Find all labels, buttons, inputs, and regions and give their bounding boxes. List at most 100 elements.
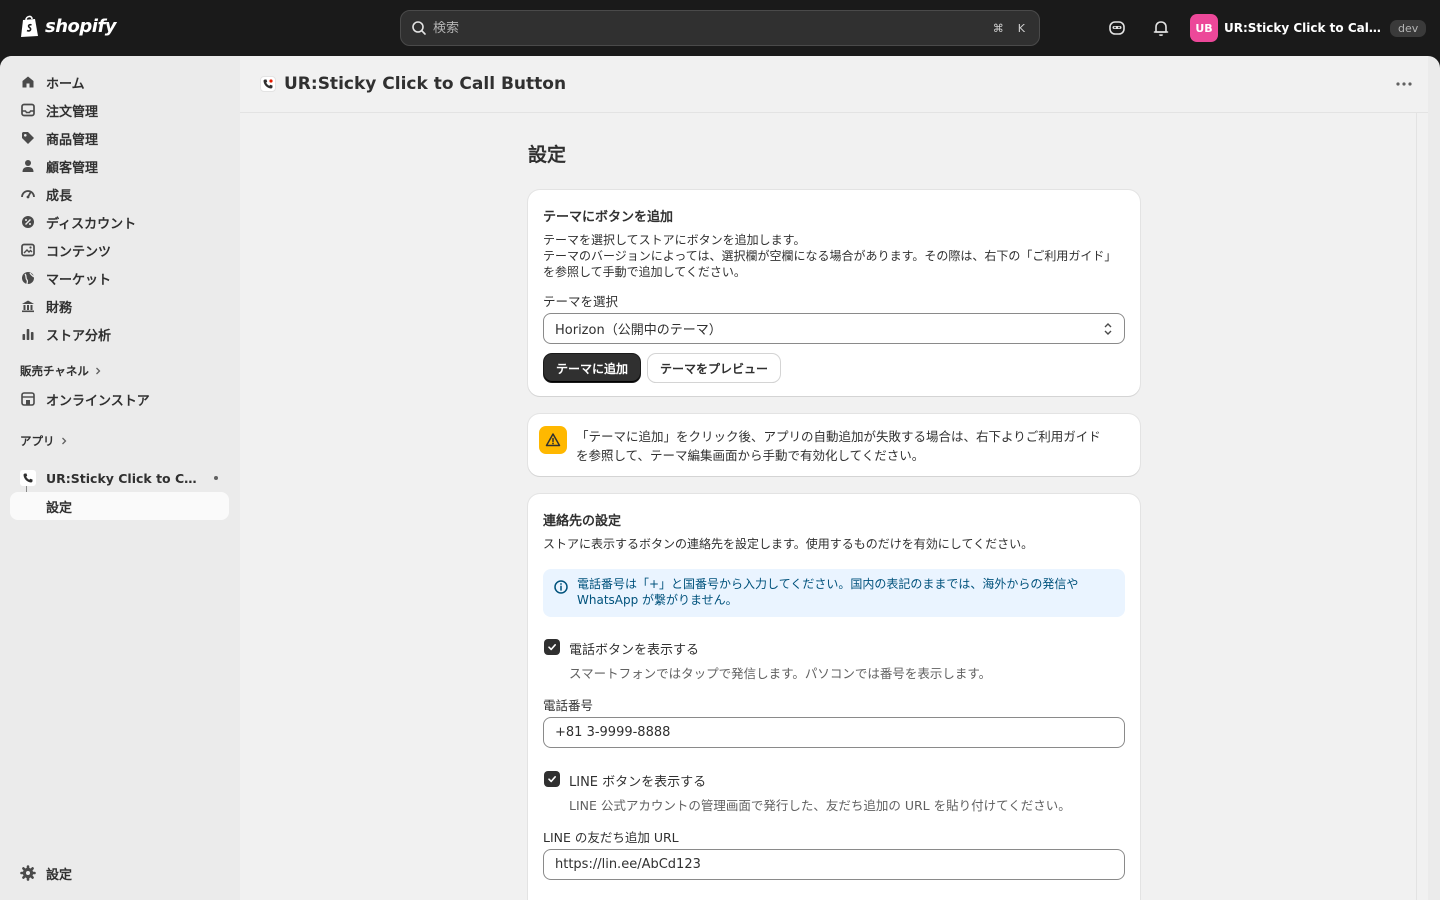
sidebar-item-0[interactable]: ホーム	[10, 68, 229, 96]
sidebar-item-online-store[interactable]: オンラインストア	[10, 385, 229, 413]
sidebar-item-label: コンテンツ	[46, 244, 112, 260]
search-icon	[412, 21, 426, 35]
line-url-input[interactable]	[543, 849, 1125, 880]
main-content: UR:Sticky Click to Call Button 設定 テーマにボタ…	[240, 56, 1428, 900]
store-icon	[21, 392, 35, 406]
shopify-bag-icon	[21, 15, 38, 37]
theme-card: テーマにボタンを追加 テーマを選択してストアにボタンを追加します。 テーマのバー…	[528, 190, 1140, 396]
app-header: UR:Sticky Click to Call Button	[240, 56, 1428, 113]
check-icon	[548, 644, 556, 651]
search-input[interactable]	[433, 20, 985, 36]
page-title: 設定	[528, 144, 567, 166]
sidebar-item-7[interactable]: マーケット	[10, 264, 229, 292]
shortcut-cmd: ⌘	[992, 21, 1004, 35]
phone-button-help: スマートフォンではタップで発信します。パソコンでは番号を表示します。	[569, 666, 992, 681]
bank-icon	[22, 300, 34, 313]
sidebar-item-1[interactable]: 注文管理	[10, 96, 229, 124]
globe-icon	[22, 272, 35, 285]
bell-icon[interactable]	[1151, 18, 1171, 38]
shopify-wordmark: shopify	[45, 15, 117, 37]
sidebar-item-label: 商品管理	[46, 132, 99, 148]
sidebar-item-label: 財務	[46, 300, 73, 316]
preview-theme-button[interactable]: テーマをプレビュー	[648, 354, 781, 382]
sidebar-item-9[interactable]: ストア分析	[10, 320, 229, 348]
theme-select-label: テーマを選択	[543, 294, 619, 309]
sidebar-item-4[interactable]: 成長	[10, 180, 229, 208]
apps-label: アプリ	[20, 434, 55, 448]
sidebar-item-label: 顧客管理	[46, 160, 99, 176]
warning-text-2: を参照して、テーマ編集画面から手動で有効化してください。	[576, 448, 925, 463]
app-phone-icon	[20, 470, 36, 486]
sidebar-item-label: 設定	[46, 867, 73, 883]
sidebar-item-app-settings[interactable]: 設定	[10, 492, 229, 520]
banner-text: 電話番号は「+」と国番号から入力してください。国内の表記のままでは、海外からの発…	[577, 576, 1107, 608]
store-name: UR:Sticky Click to Call Bu...	[1224, 21, 1384, 35]
theme-select[interactable]: Horizon（公開中のテーマ）	[543, 313, 1125, 344]
sales-channels-label: 販売チャネル	[20, 364, 89, 378]
theme-card-desc-2: テーマのバージョンによっては、選択欄が空欄になる場合があります。その際は、右下の…	[543, 249, 1117, 263]
theme-select-value: Horizon（公開中のテーマ）	[555, 323, 722, 338]
phone-number-input[interactable]	[543, 717, 1125, 748]
sidebar-item-label: UR:Sticky Click to Call ...	[46, 470, 201, 486]
more-actions-button[interactable]	[1392, 74, 1416, 94]
top-bar: shopify ⌘ K UB UR:Sticky Click to Call B…	[0, 0, 1440, 56]
chevron-right-icon	[95, 367, 101, 375]
admin-frame: ホーム注文管理商品管理顧客管理成長ディスカウントコンテンツマーケット財務ストア分…	[0, 56, 1440, 900]
sidebar-item-label: ホーム	[46, 76, 85, 92]
gear-icon	[20, 865, 36, 881]
sidebar-item-label: 設定	[46, 500, 73, 516]
store-avatar: UB	[1190, 14, 1218, 42]
sidebar-item-label: マーケット	[46, 272, 112, 288]
select-arrows-icon	[1104, 323, 1112, 335]
phone-button-checkbox[interactable]	[544, 639, 560, 655]
sidebar-item-label: オンラインストア	[46, 393, 150, 409]
bar-chart-icon	[22, 329, 34, 340]
discount-icon	[22, 216, 34, 228]
line-button-label[interactable]: LINE ボタンを表示する	[569, 771, 706, 790]
add-to-theme-button[interactable]: テーマに追加	[544, 354, 641, 382]
sidebar-item-3[interactable]: 顧客管理	[10, 152, 229, 180]
warning-icon	[539, 426, 567, 454]
shopify-logo[interactable]: shopify	[20, 14, 117, 38]
contact-card-desc: ストアに表示するボタンの連絡先を設定します。使用するものだけを有効にしてください…	[543, 537, 1034, 551]
search-bar[interactable]: ⌘ K	[400, 10, 1040, 46]
theme-card-heading: テーマにボタンを追加	[543, 210, 674, 225]
line-button-checkbox[interactable]	[544, 771, 560, 787]
apps-heading[interactable]: アプリ	[20, 433, 69, 449]
info-icon	[554, 580, 568, 594]
phone-format-banner: 電話番号は「+」と国番号から入力してください。国内の表記のままでは、海外からの発…	[543, 569, 1125, 617]
image-icon	[21, 243, 35, 257]
app-phone-icon	[260, 76, 276, 92]
line-button-help: LINE 公式アカウントの管理画面で発行した、友だち追加の URL を貼り付けて…	[569, 798, 1071, 813]
scroll-gutter	[1416, 113, 1428, 900]
sidebar-item-label: 注文管理	[46, 104, 99, 120]
sidebar: ホーム注文管理商品管理顧客管理成長ディスカウントコンテンツマーケット財務ストア分…	[0, 56, 240, 900]
phone-button-label[interactable]: 電話ボタンを表示する	[569, 639, 699, 658]
store-switcher[interactable]: UB UR:Sticky Click to Call Bu... dev	[1190, 14, 1427, 42]
sidebar-item-6[interactable]: コンテンツ	[10, 236, 229, 264]
phone-number-label: 電話番号	[543, 698, 594, 713]
sidebar-item-app[interactable]: UR:Sticky Click to Call ...	[10, 464, 229, 492]
contact-card: 連絡先の設定 ストアに表示するボタンの連絡先を設定します。使用するものだけを有効…	[528, 494, 1140, 900]
home-icon	[22, 76, 34, 88]
warning-card: 「テーマに追加」をクリック後、アプリの自動追加が失敗する場合は、右下よりご利用ガ…	[528, 414, 1140, 476]
dev-badge: dev	[1390, 19, 1427, 37]
banner-text-2: WhatsApp が繋がりません。	[577, 593, 738, 607]
sidebar-item-8[interactable]: 財務	[10, 292, 229, 320]
tag-icon	[22, 132, 34, 144]
sales-channels-heading[interactable]: 販売チャネル	[20, 363, 103, 379]
app-title: UR:Sticky Click to Call Button	[284, 74, 567, 94]
ellipsis-icon	[1396, 82, 1412, 86]
inbox-icon	[21, 103, 35, 117]
check-icon	[548, 776, 556, 783]
sidekick-icon[interactable]	[1107, 18, 1127, 38]
sidebar-item-5[interactable]: ディスカウント	[10, 208, 229, 236]
sidebar-item-settings[interactable]: 設定	[10, 859, 229, 887]
sidebar-item-2[interactable]: 商品管理	[10, 124, 229, 152]
line-url-label: LINE の友だち追加 URL	[543, 830, 679, 845]
shortcut-key: K	[1017, 21, 1025, 35]
gauge-icon	[21, 190, 35, 199]
sidebar-item-label: 成長	[46, 188, 73, 204]
banner-text-1: 電話番号は「+」と国番号から入力してください。国内の表記のままでは、海外からの発…	[577, 577, 1079, 591]
theme-card-desc-3: を参照して手動で追加してください。	[543, 265, 746, 279]
